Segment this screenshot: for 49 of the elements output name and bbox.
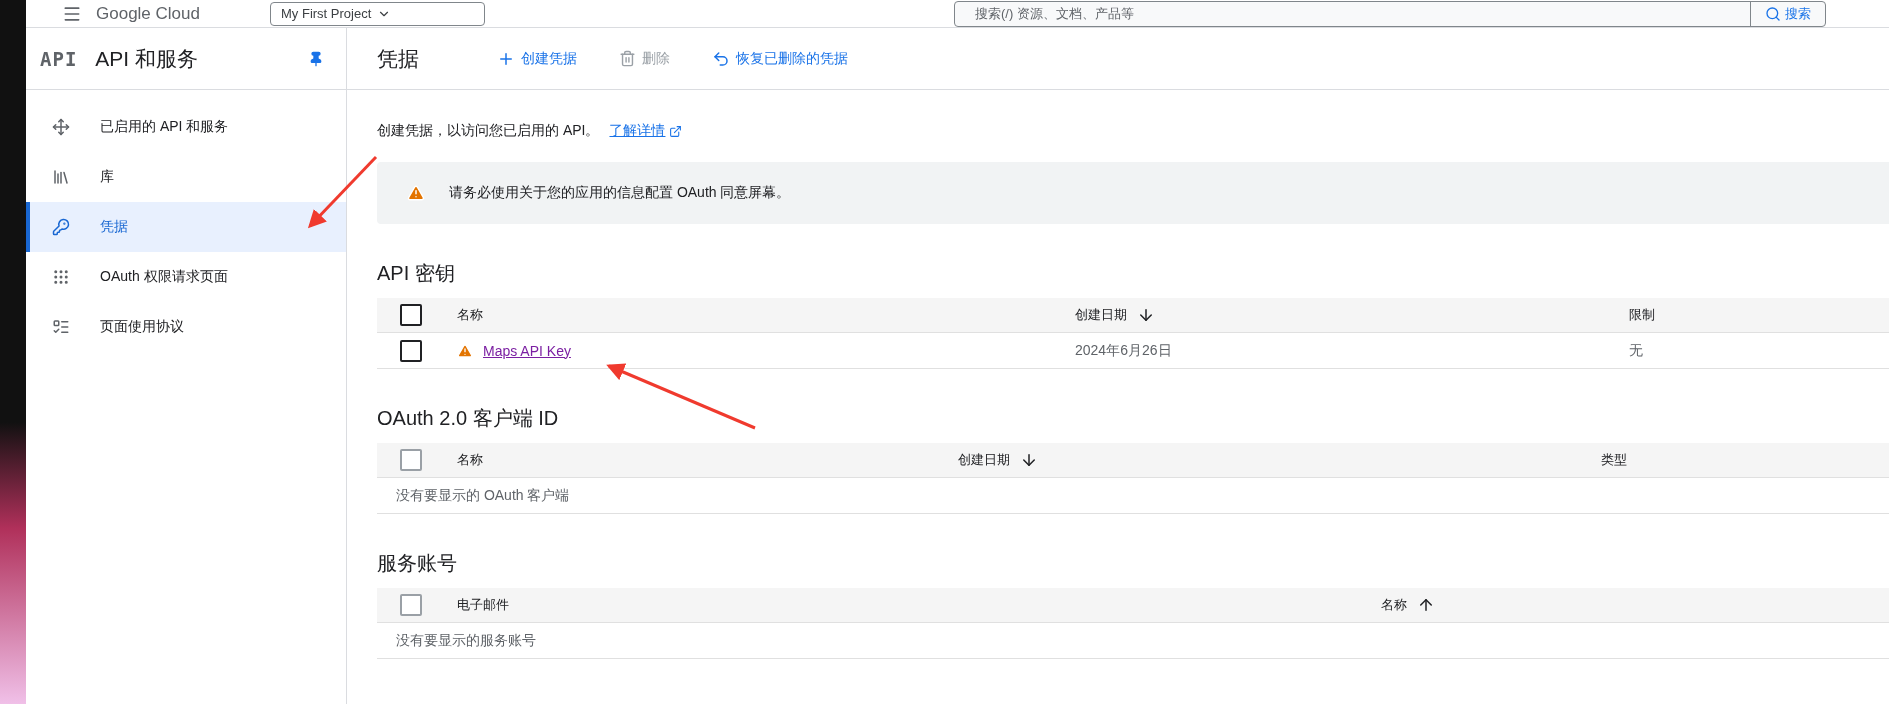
sidebar-item[interactable]: 页面使用协议	[26, 302, 346, 352]
sidebar-item[interactable]: 凭据	[26, 202, 346, 252]
pin-icon[interactable]	[308, 50, 324, 67]
sidebar-title: API 和服务	[95, 45, 199, 72]
column-header: 限制	[1629, 306, 1655, 324]
external-link-icon	[669, 124, 683, 138]
sort-up-icon[interactable]	[1417, 596, 1435, 614]
section-title: OAuth 2.0 客户端 ID	[377, 406, 560, 431]
table-cell: 无	[1629, 341, 1643, 360]
api-logo: API	[40, 47, 78, 70]
column-header: 名称	[457, 451, 483, 469]
checkbox[interactable]	[400, 304, 422, 326]
api-key-link[interactable]: Maps API Key	[483, 342, 571, 359]
intro-text: 创建凭据，以访问您已启用的 API。	[377, 122, 600, 140]
column-header: 名称	[1381, 596, 1407, 614]
four-arrows-icon	[52, 118, 70, 136]
undo-icon	[712, 49, 730, 68]
trash-icon	[619, 50, 636, 67]
page-title: 凭据	[377, 45, 419, 72]
column-header: 电子邮件	[457, 596, 509, 614]
column-header: 创建日期	[1075, 306, 1127, 324]
project-selector[interactable]: My First Project	[270, 1, 485, 26]
learn-more-link[interactable]: 了解详情	[609, 122, 683, 140]
dots-grid-icon	[52, 268, 70, 286]
search-field[interactable]: 搜索(/) 资源、文档、产品等 搜索	[954, 0, 1826, 27]
banner-text: 请务必使用关于您的应用的信息配置 OAuth 同意屏幕。	[449, 184, 791, 202]
search-button[interactable]: 搜索	[1750, 1, 1825, 26]
column-header: 名称	[457, 306, 483, 324]
logo[interactable]: Google Cloud	[96, 3, 256, 24]
sort-down-icon[interactable]	[1137, 306, 1155, 324]
empty-message: 没有要显示的服务账号	[395, 631, 537, 650]
sidebar-item[interactable]: OAuth 权限请求页面	[26, 252, 346, 302]
list-icon	[52, 318, 70, 336]
column-header: 创建日期	[958, 451, 1010, 469]
key-icon	[52, 218, 70, 236]
column-header: 类型	[1601, 451, 1627, 469]
sidebar-item[interactable]: 已启用的 API 和服务	[26, 102, 346, 152]
toolbar-button[interactable]: 恢复已删除的凭据	[708, 45, 852, 72]
empty-message: 没有要显示的 OAuth 客户端	[395, 486, 571, 505]
section-title: 服务账号	[377, 551, 458, 576]
sidebar-item[interactable]: 库	[26, 152, 346, 202]
table-cell: 2024年6月26日	[1075, 341, 1172, 360]
warning-icon	[407, 184, 425, 202]
toolbar-button[interactable]: 创建凭据	[493, 45, 581, 72]
checkbox[interactable]	[400, 339, 422, 362]
library-icon	[52, 168, 70, 186]
search-icon	[1765, 5, 1781, 22]
section-title: API 密钥	[377, 261, 456, 286]
sort-down-icon[interactable]	[1020, 451, 1038, 469]
